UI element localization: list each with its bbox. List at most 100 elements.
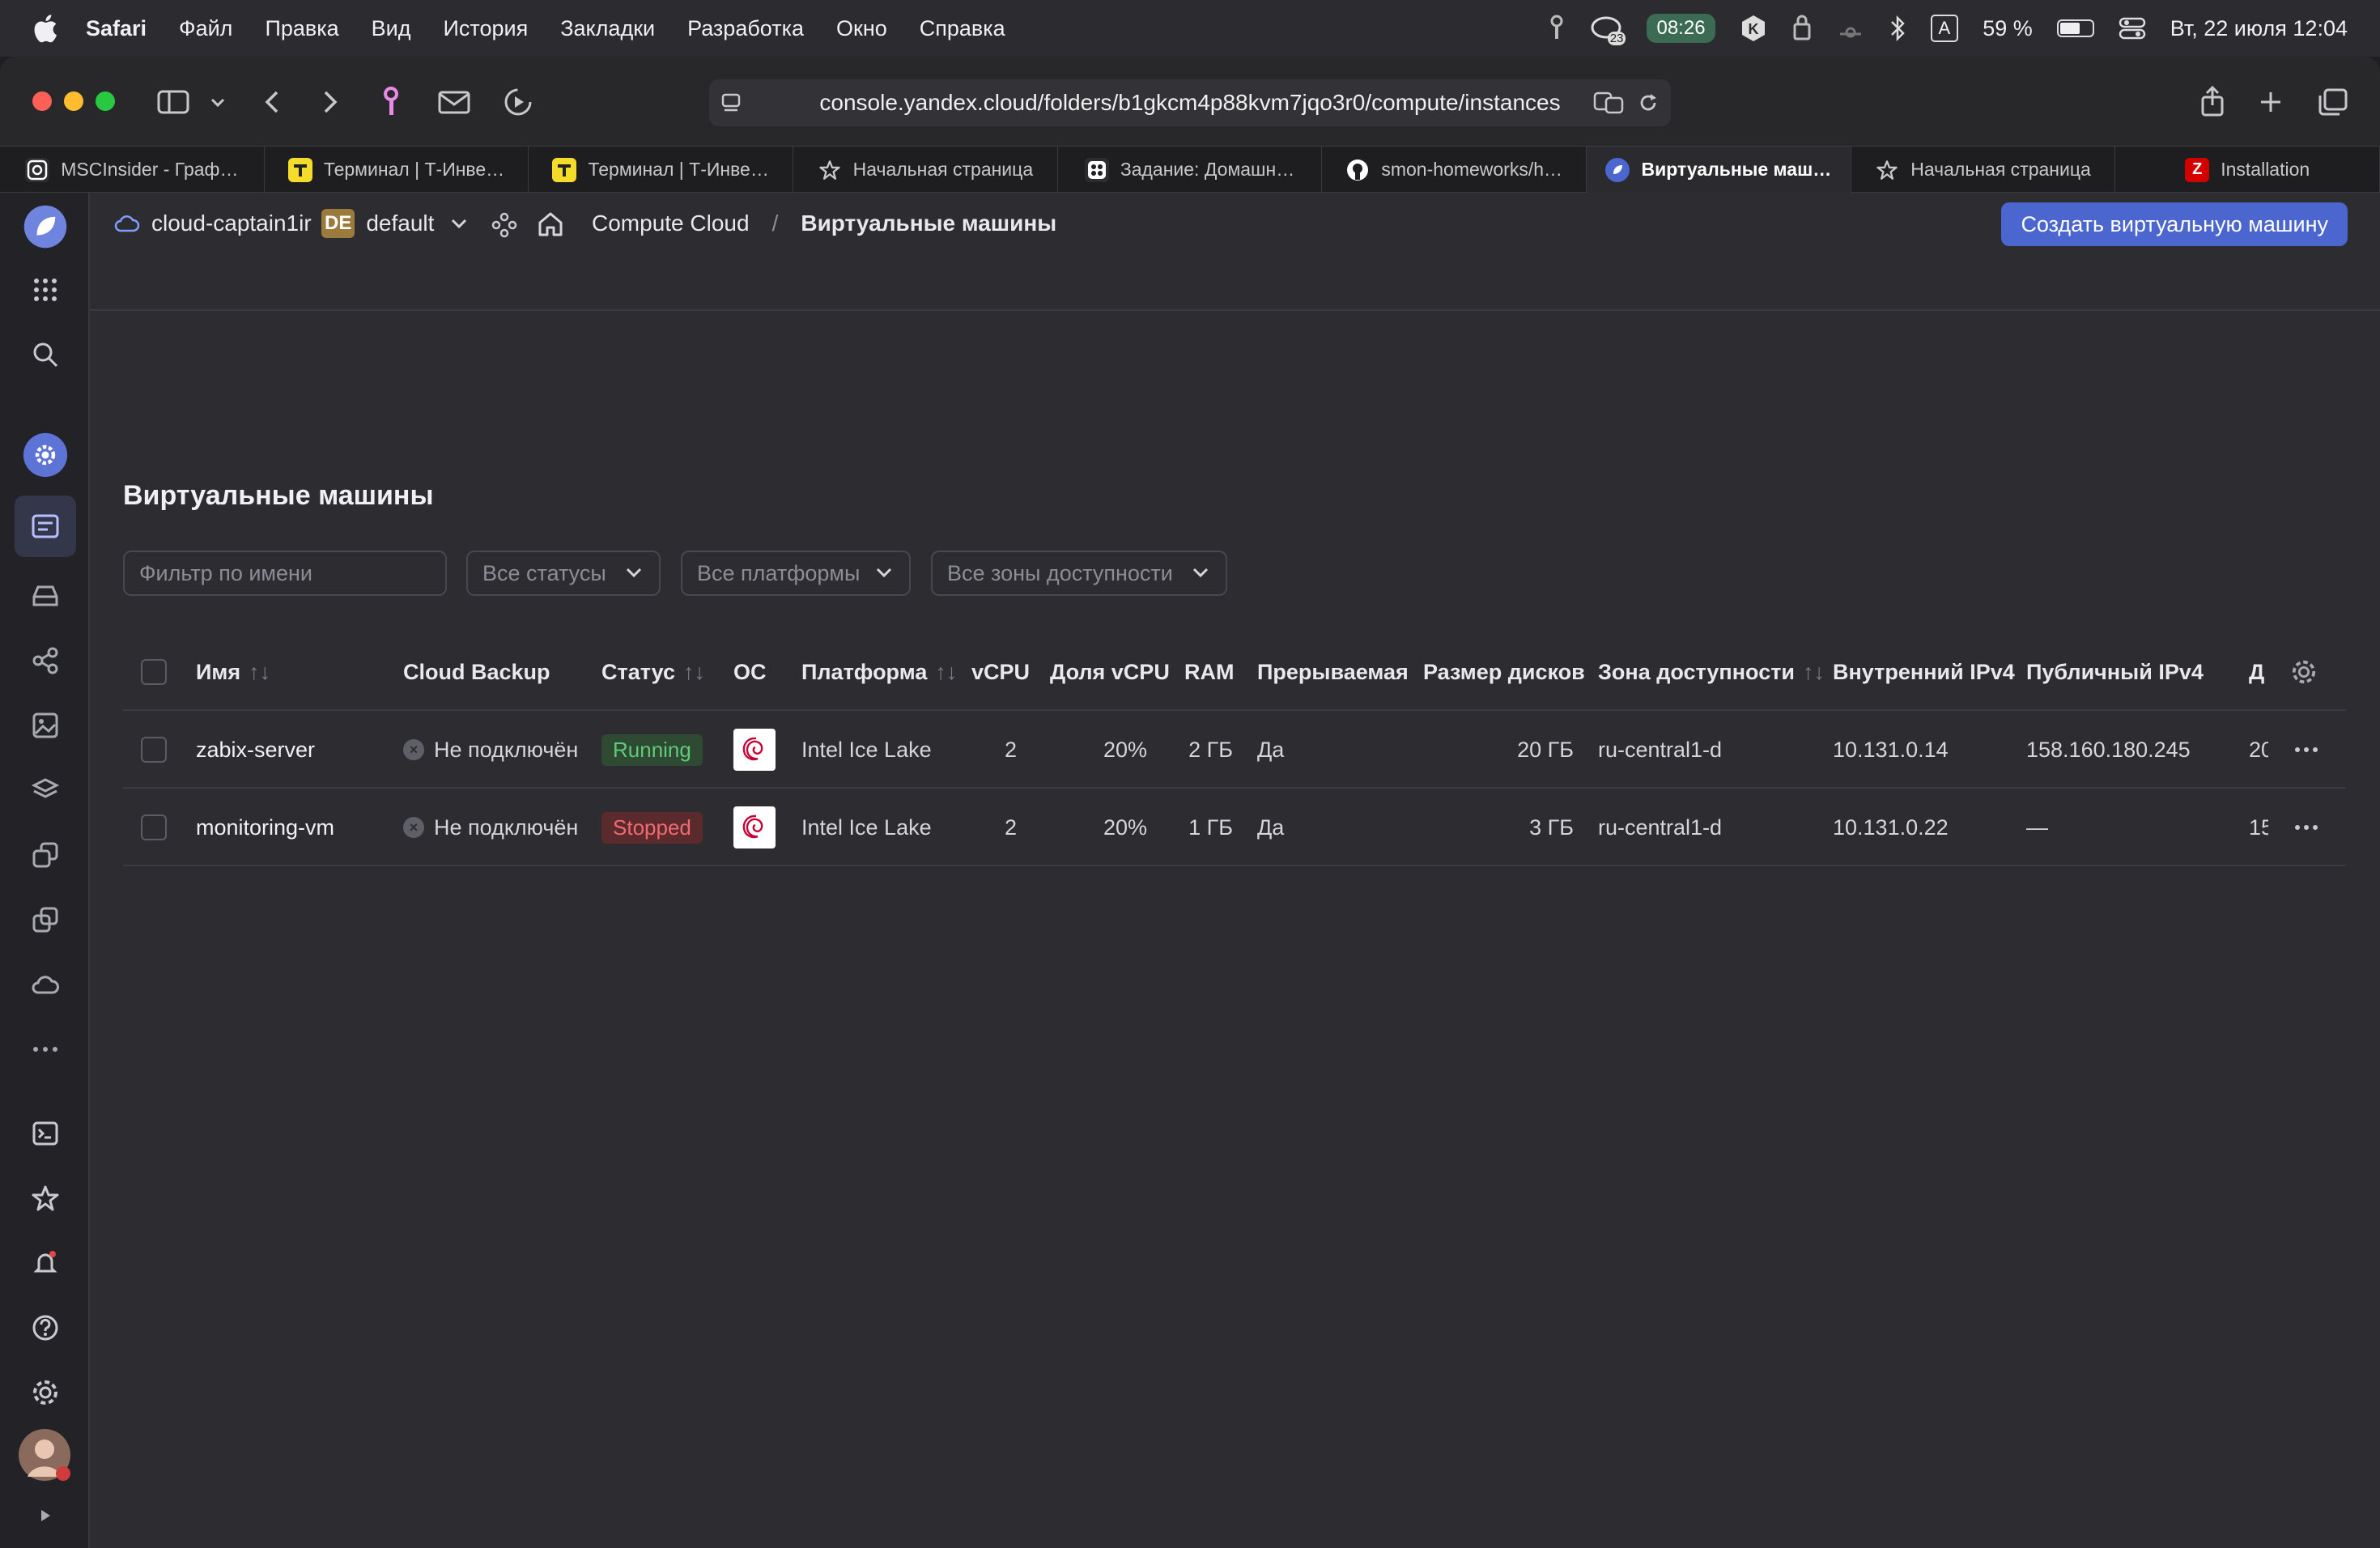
share-icon[interactable] — [2199, 85, 2226, 119]
chevron-down-icon — [876, 568, 892, 578]
user-avatar[interactable] — [18, 1428, 71, 1482]
brightness-icon[interactable] — [1837, 15, 1864, 42]
select-all-checkbox[interactable] — [141, 659, 167, 685]
chevron-down-icon[interactable] — [209, 85, 227, 119]
browser-tab[interactable]: smon-homeworks/h… — [1322, 147, 1587, 193]
sidebar-toggle-icon[interactable] — [157, 85, 189, 119]
address-bar[interactable]: console.yandex.cloud/folders/b1gkcm4p88k… — [709, 79, 1671, 126]
browser-tab[interactable]: Терминал | Т-Инве… — [265, 147, 529, 193]
expand-rail-icon[interactable] — [23, 1499, 68, 1532]
row-actions-menu-icon[interactable] — [2294, 789, 2318, 866]
notifications-bell-icon[interactable] — [23, 1240, 68, 1286]
zone-filter-select[interactable]: Все зоны доступности — [931, 551, 1227, 596]
browser-tab[interactable]: Задание: Домашн… — [1058, 147, 1323, 193]
tab-label: Installation — [2221, 159, 2310, 180]
menu-view[interactable]: Вид — [372, 16, 411, 41]
timer-pill[interactable]: 08:26 — [1647, 14, 1715, 43]
help-icon[interactable] — [23, 1305, 68, 1350]
forward-icon[interactable] — [317, 85, 342, 119]
virtual-machines-nav-icon[interactable] — [15, 495, 76, 557]
vm-name-link[interactable]: zabix-server — [196, 738, 315, 763]
settings-gear-icon[interactable] — [23, 1370, 68, 1415]
disk-size: 3 ГБ — [1529, 814, 1574, 840]
clock[interactable]: Вт, 22 июля 12:04 — [2170, 16, 2348, 41]
menu-file[interactable]: Файл — [179, 16, 232, 41]
col-os: ОС — [733, 633, 767, 711]
placement-groups-icon[interactable] — [23, 638, 68, 683]
terminal-icon[interactable] — [23, 1111, 68, 1156]
col-zone[interactable]: Зона доступности ↑↓ — [1598, 633, 1825, 711]
vpn-icon[interactable] — [1791, 15, 1813, 42]
cloud-storages-icon[interactable] — [23, 962, 68, 1007]
folder-selector[interactable]: DE default — [321, 206, 468, 241]
tab-overview-icon[interactable] — [2317, 85, 2349, 119]
menu-edit[interactable]: Правка — [265, 16, 338, 41]
table-settings-icon[interactable] — [2291, 633, 2317, 711]
search-icon[interactable] — [23, 332, 68, 377]
create-vm-button[interactable]: Создать виртуальную машину — [2001, 202, 2348, 246]
back-icon[interactable] — [261, 85, 285, 119]
menu-window[interactable]: Окно — [836, 16, 887, 41]
key-status-icon[interactable] — [1548, 15, 1566, 42]
mail-icon[interactable] — [437, 85, 471, 119]
home-icon[interactable] — [537, 211, 564, 238]
name-filter-input[interactable]: Фильтр по имени — [123, 551, 447, 596]
apple-icon[interactable] — [31, 12, 58, 45]
passwords-key-icon[interactable] — [379, 85, 403, 119]
reload-icon[interactable] — [1637, 91, 1660, 114]
col-internal-ipv4: Внутренний IPv4 — [1833, 633, 2015, 711]
url-text[interactable]: console.yandex.cloud/folders/b1gkcm4p88k… — [819, 90, 1560, 116]
control-center-icon[interactable] — [2119, 16, 2146, 40]
row-checkbox[interactable] — [141, 737, 167, 763]
bluetooth-icon[interactable] — [1889, 15, 1906, 42]
menu-develop[interactable]: Разработка — [687, 16, 804, 41]
images-icon[interactable] — [23, 703, 68, 748]
chevron-down-icon — [452, 219, 467, 229]
cloud-selector[interactable]: cloud-captain1ir — [114, 206, 312, 241]
disks-icon[interactable] — [23, 573, 68, 619]
new-tab-icon[interactable] — [2257, 85, 2284, 119]
yandex-cloud-logo-icon[interactable] — [23, 204, 68, 249]
browser-tab[interactable]: MSCInsider - Граф… — [0, 147, 265, 193]
star-icon — [818, 158, 842, 182]
close-window-button[interactable] — [32, 91, 52, 111]
table-row[interactable]: zabix-server × Не подключён Running Intel Ic… — [123, 711, 2346, 789]
services-grid-icon[interactable] — [23, 267, 68, 313]
instance-groups-icon[interactable] — [23, 768, 68, 813]
menu-history[interactable]: История — [444, 16, 529, 41]
col-status[interactable]: Статус ↑↓ — [601, 633, 705, 711]
more-icon[interactable] — [23, 1027, 68, 1072]
file-storages-icon[interactable] — [23, 897, 68, 942]
browser-tab[interactable]: Начальная страница — [1851, 147, 2116, 193]
zoom-window-button[interactable] — [96, 91, 115, 111]
breadcrumb-compute-cloud[interactable]: Compute Cloud — [592, 211, 750, 236]
browser-tab[interactable]: Начальная страница — [793, 147, 1058, 193]
minimize-window-button[interactable] — [64, 91, 83, 111]
browser-tab[interactable]: Z Installation — [2115, 147, 2380, 193]
row-actions-menu-icon[interactable] — [2294, 711, 2318, 789]
status-filter-select[interactable]: Все статусы — [466, 551, 661, 596]
col-name[interactable]: Имя ↑↓ — [196, 633, 270, 711]
browser-tab[interactable]: Терминал | Т-Инве… — [529, 147, 794, 193]
input-source[interactable]: A — [1930, 15, 1959, 42]
page-settings-icon[interactable] — [720, 91, 742, 114]
table-row[interactable]: monitoring-vm × Не подключён Stopped Intel I… — [123, 789, 2346, 866]
col-platform[interactable]: Платформа ↑↓ — [801, 633, 957, 711]
battery-icon[interactable] — [2056, 19, 2094, 37]
favorites-star-icon[interactable] — [23, 1176, 68, 1221]
row-checkbox[interactable] — [141, 814, 167, 840]
menu-safari[interactable]: Safari — [86, 16, 147, 41]
refresh-extension-icon[interactable] — [502, 85, 534, 119]
sort-icon: ↑↓ — [683, 659, 705, 684]
vm-name-link[interactable]: monitoring-vm — [196, 815, 334, 840]
compute-cloud-service-icon[interactable] — [23, 432, 68, 478]
cloud-badge-icon[interactable]: 23 — [1590, 15, 1626, 45]
k-app-icon[interactable]: K — [1740, 15, 1767, 42]
menu-bookmarks[interactable]: Закладки — [560, 16, 655, 41]
platform-filter-select[interactable]: Все платформы — [681, 551, 911, 596]
snapshots-icon[interactable] — [23, 832, 68, 878]
resource-graph-icon[interactable] — [491, 212, 517, 238]
translate-icon[interactable] — [1593, 91, 1626, 115]
menu-help[interactable]: Справка — [920, 16, 1005, 41]
browser-tab[interactable]: Виртуальные маш… — [1587, 147, 1851, 193]
